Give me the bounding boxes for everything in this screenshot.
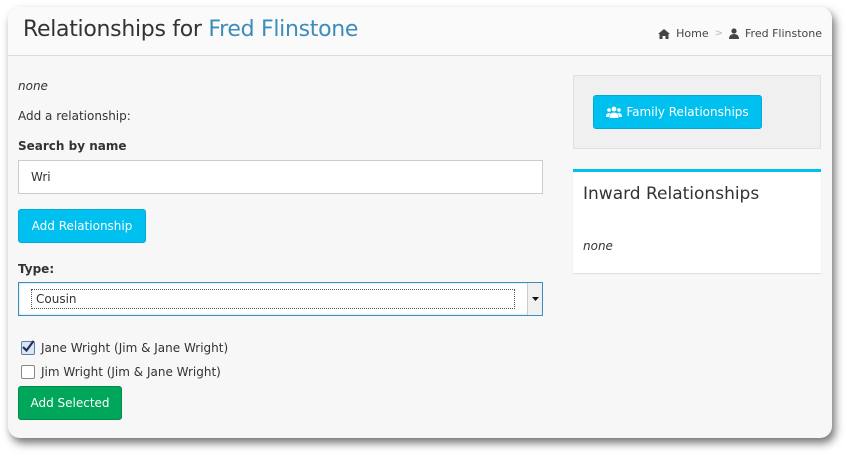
inward-relationships-title: Inward Relationships <box>583 184 760 204</box>
type-select[interactable]: Cousin <box>18 282 543 316</box>
candidate-checkbox-jane[interactable] <box>21 340 35 355</box>
current-relationships-none: none <box>18 79 48 93</box>
family-relationships-panel: Family Relationships <box>573 75 821 149</box>
add-relationship-label: Add a relationship: <box>18 109 131 123</box>
candidate-label-jim: Jim Wright (Jim & Jane Wright) <box>41 365 221 379</box>
breadcrumb-home[interactable]: Home <box>658 27 709 40</box>
type-selected-value: Cousin <box>31 289 515 309</box>
page-header: Relationships for Fred Flinstone Home > … <box>8 7 832 56</box>
type-label: Type: <box>18 262 55 276</box>
home-icon <box>658 28 671 39</box>
search-label: Search by name <box>18 139 127 153</box>
search-input[interactable] <box>18 160 543 194</box>
candidate-row: Jim Wright (Jim & Jane Wright) <box>21 365 221 379</box>
add-relationship-button[interactable]: Add Relationship <box>18 209 146 243</box>
app-window: Relationships for Fred Flinstone Home > … <box>8 7 832 438</box>
family-relationships-label: Family Relationships <box>626 105 749 119</box>
checkmark-icon <box>22 340 35 353</box>
candidate-label-jane: Jane Wright (Jim & Jane Wright) <box>41 341 229 355</box>
inward-relationships-box: Inward Relationships none <box>573 169 821 273</box>
family-relationships-button[interactable]: Family Relationships <box>593 95 762 129</box>
breadcrumb-person-label: Fred Flinstone <box>745 27 822 40</box>
users-icon <box>606 106 623 118</box>
inward-relationships-none: none <box>583 239 613 253</box>
breadcrumb-person[interactable]: Fred Flinstone <box>729 27 822 40</box>
user-icon <box>729 28 740 39</box>
title-prefix: Relationships for <box>23 17 202 42</box>
dropdown-arrow-icon[interactable] <box>527 283 542 315</box>
add-selected-button[interactable]: Add Selected <box>18 386 122 420</box>
title-person-name: Fred Flinstone <box>208 17 359 42</box>
breadcrumb-home-label: Home <box>676 27 709 40</box>
page-title: Relationships for Fred Flinstone <box>23 17 358 42</box>
candidate-checkbox-jim[interactable] <box>21 365 35 379</box>
breadcrumb: Home > Fred Flinstone <box>658 27 822 40</box>
candidate-row: Jane Wright (Jim & Jane Wright) <box>21 340 229 355</box>
breadcrumb-separator: > <box>714 28 724 39</box>
